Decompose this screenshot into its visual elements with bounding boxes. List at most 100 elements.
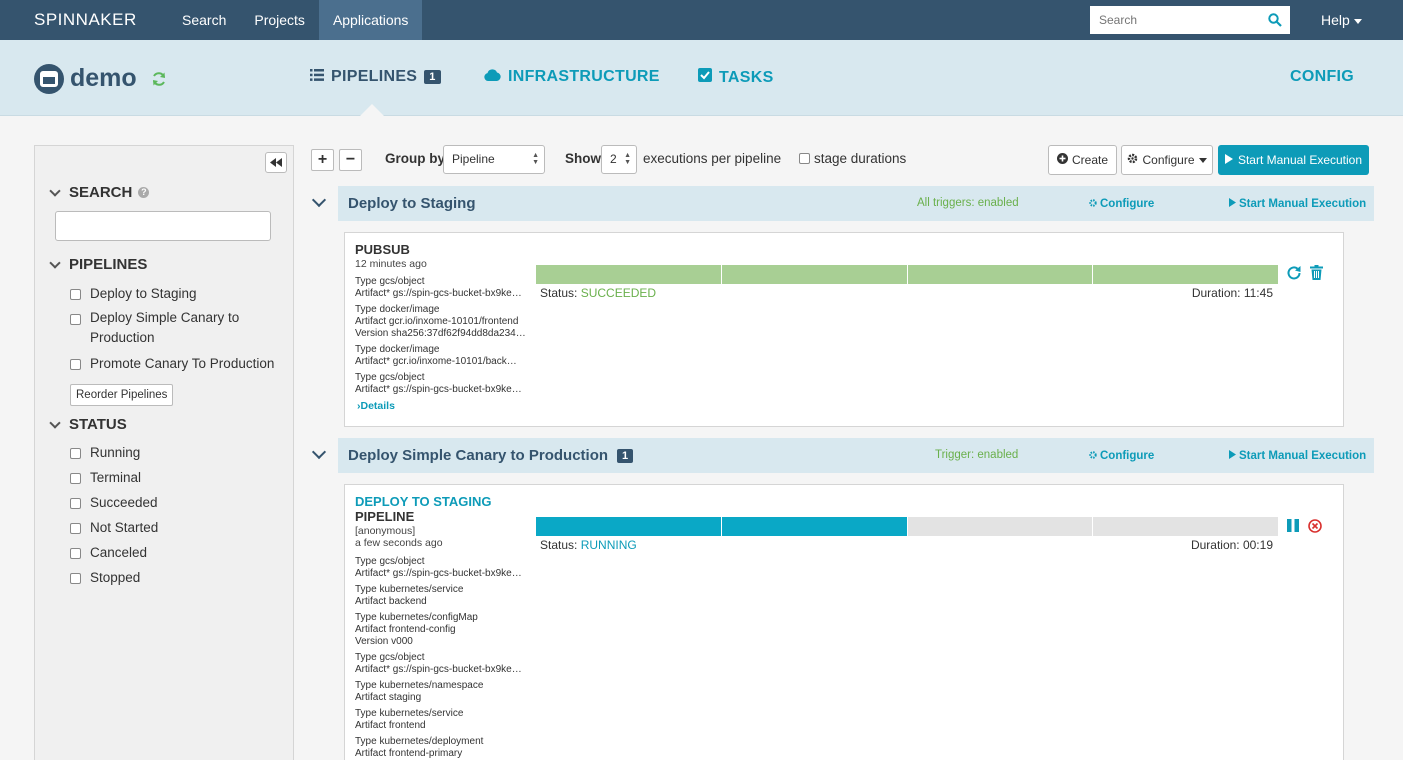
stage-durations-toggle[interactable]: stage durations — [799, 151, 906, 166]
nav-applications-link[interactable]: Applications — [318, 0, 423, 40]
stage-segment[interactable] — [1093, 517, 1278, 536]
group-configure-link[interactable]: Configure — [1089, 450, 1154, 462]
checkbox[interactable] — [70, 314, 81, 325]
group-by-select[interactable]: Pipeline ▲ ▼ — [443, 145, 545, 174]
sidebar-search-input[interactable] — [55, 211, 271, 241]
parent-pipeline-link[interactable]: DEPLOY TO STAGING — [355, 494, 492, 509]
group-configure-link[interactable]: Configure — [1089, 198, 1154, 210]
configure-button[interactable]: Configure — [1121, 145, 1213, 175]
checkbox[interactable] — [70, 473, 81, 484]
filter-label: Deploy Simple Canary to Production — [90, 310, 240, 345]
artifact-line: Type gcs/object — [355, 652, 425, 663]
group-by-label: Group by — [385, 151, 445, 166]
status-heading: STATUS — [69, 416, 127, 433]
pipelines-section-header[interactable]: PIPELINES — [49, 256, 147, 273]
tab-infrastructure[interactable]: INFRASTRUCTURE — [484, 68, 660, 86]
executions-count-value: 2 — [610, 152, 617, 166]
status-filter-stopped[interactable]: Stopped — [70, 570, 140, 585]
status-filter-canceled[interactable]: Canceled — [70, 545, 147, 560]
pipeline-filter-deploy-to-staging[interactable]: Deploy to Staging — [70, 286, 197, 301]
pipeline-group-header: Deploy Simple Canary to Production 1 Tri… — [338, 438, 1374, 473]
group-toggle-chevron-down-icon[interactable] — [311, 444, 327, 460]
stage-segment[interactable] — [536, 265, 721, 284]
pipeline-group-title[interactable]: Deploy to Staging — [348, 195, 476, 212]
active-tab-pointer — [360, 104, 384, 116]
group-start-manual-link[interactable]: Start Manual Execution — [1229, 198, 1366, 210]
stage-segment[interactable] — [907, 265, 1093, 284]
stage-segment[interactable] — [721, 517, 907, 536]
reorder-pipelines-button[interactable]: Reorder Pipelines — [70, 384, 174, 406]
execution-status: Status: SUCCEEDED — [540, 286, 656, 300]
checkbox[interactable] — [70, 289, 81, 300]
checkbox[interactable] — [70, 523, 81, 534]
show-label: Show — [565, 151, 601, 166]
start-link-label: Start Manual Execution — [1239, 450, 1367, 462]
cancel-circle-icon[interactable] — [1308, 519, 1322, 533]
details-link[interactable]: ›Details — [357, 400, 395, 412]
tab-tasks[interactable]: TASKS — [698, 68, 774, 87]
app-header: demo PIPELINES 1 INFRASTRUCTURE TASKS CO… — [0, 40, 1403, 116]
pipeline-filter-promote-canary[interactable]: Promote Canary To Production — [70, 356, 274, 371]
pipelines-count-badge: 1 — [424, 70, 441, 84]
start-manual-execution-button[interactable]: Start Manual Execution — [1218, 145, 1369, 175]
artifact-line: Type gcs/object — [355, 556, 425, 567]
search-section-header[interactable]: SEARCH ? — [49, 184, 150, 201]
status-filter-succeeded[interactable]: Succeeded — [70, 495, 158, 510]
executions-per-pipeline-label: executions per pipeline — [643, 151, 782, 166]
refresh-icon[interactable] — [151, 71, 167, 90]
stage-progress-bar — [536, 265, 1278, 284]
brand-logo[interactable]: SPINNAKER — [0, 10, 168, 30]
group-start-manual-link[interactable]: Start Manual Execution — [1229, 450, 1366, 462]
tab-pipelines[interactable]: PIPELINES 1 — [310, 68, 441, 86]
pipeline-filter-deploy-simple-canary[interactable]: Deploy Simple Canary to Production — [70, 308, 270, 348]
list-icon — [310, 68, 324, 86]
checkbox[interactable] — [70, 573, 81, 584]
filter-label: Deploy to Staging — [90, 286, 197, 301]
top-nav: SPINNAKER Search Projects Applications H… — [0, 0, 1403, 40]
artifact-line: Type kubernetes/configMap — [355, 612, 478, 623]
create-button[interactable]: Create — [1048, 145, 1117, 175]
status-filter-not-started[interactable]: Not Started — [70, 520, 158, 535]
configure-label: Configure — [1142, 153, 1195, 167]
search-icon[interactable] — [1260, 13, 1290, 27]
stage-segment[interactable] — [1093, 265, 1278, 284]
collapse-sidebar-button[interactable] — [265, 152, 287, 173]
pipeline-group-title[interactable]: Deploy Simple Canary to Production 1 — [348, 447, 634, 464]
filter-label: Canceled — [90, 545, 148, 560]
checkbox[interactable] — [70, 448, 81, 459]
checkbox[interactable] — [70, 548, 81, 559]
nav-search-input[interactable] — [1090, 7, 1260, 33]
configure-link-label: Configure — [1100, 198, 1155, 210]
help-icon[interactable]: ? — [138, 187, 150, 198]
expand-all-button[interactable]: + — [311, 149, 334, 171]
play-icon — [1224, 153, 1233, 167]
artifact-line: Artifact frontend-config — [355, 624, 456, 635]
executions-count-select[interactable]: 2 ▲ ▼ — [601, 145, 637, 174]
nav-search-link[interactable]: Search — [168, 0, 240, 40]
execution-time: a few seconds ago — [355, 537, 443, 549]
stage-segment[interactable] — [536, 517, 721, 536]
stage-segment[interactable] — [907, 517, 1093, 536]
stage-segment[interactable] — [721, 265, 907, 284]
status-label: Status: — [540, 538, 578, 552]
execution-card: DEPLOY TO STAGING PIPELINE [anonymous] a… — [344, 484, 1344, 760]
trash-icon[interactable] — [1310, 265, 1323, 280]
help-menu[interactable]: Help — [1321, 0, 1362, 40]
filter-label: Promote Canary To Production — [90, 356, 275, 371]
status-section-header[interactable]: STATUS — [49, 416, 127, 433]
collapse-all-button[interactable]: − — [339, 149, 362, 171]
status-filter-terminal[interactable]: Terminal — [70, 470, 141, 485]
rerun-icon[interactable] — [1286, 265, 1302, 281]
nav-projects-link[interactable]: Projects — [240, 0, 319, 40]
tab-config[interactable]: CONFIG — [1290, 68, 1354, 86]
checkbox[interactable] — [799, 153, 810, 164]
pause-icon[interactable] — [1287, 519, 1299, 532]
artifact-line: Type docker/image — [355, 344, 440, 355]
group-toggle-chevron-down-icon[interactable] — [311, 192, 327, 208]
artifact-line: Artifact frontend — [355, 720, 426, 731]
execution-time: 12 minutes ago — [355, 258, 427, 270]
checkbox[interactable] — [70, 498, 81, 509]
status-filter-running[interactable]: Running — [70, 445, 140, 460]
checkbox[interactable] — [70, 359, 81, 370]
plus-icon: + — [317, 151, 328, 168]
